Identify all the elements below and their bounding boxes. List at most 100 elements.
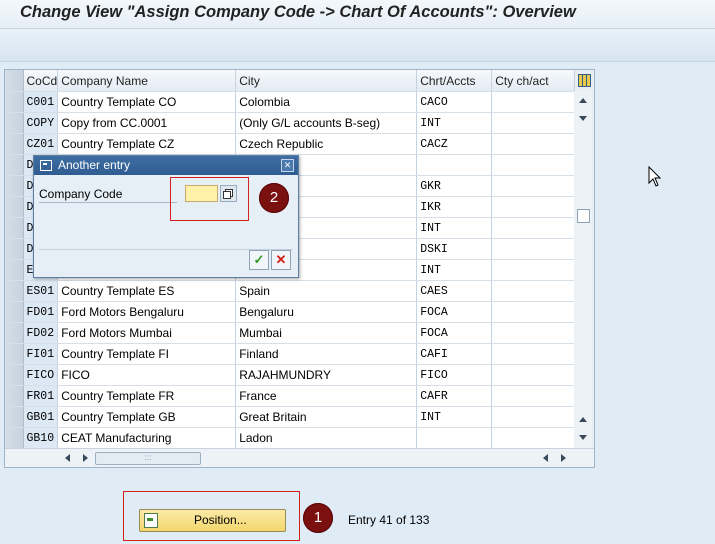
scroll-down-icon[interactable]: [579, 116, 587, 121]
row-select-button[interactable]: [5, 154, 24, 176]
cell-country-chart[interactable]: [491, 238, 576, 260]
cell-country-chart[interactable]: [491, 364, 576, 386]
cell-chart-of-accounts[interactable]: [416, 154, 493, 176]
cell-country-chart[interactable]: [491, 91, 576, 113]
cell-chart-of-accounts[interactable]: FOCA: [416, 301, 493, 323]
cell-chart-of-accounts[interactable]: CAFR: [416, 385, 493, 407]
cell-cocd[interactable]: FD02: [23, 322, 59, 344]
cell-country-chart[interactable]: [491, 427, 576, 449]
dialog-close-icon[interactable]: ✕: [281, 159, 294, 172]
row-select-button[interactable]: [5, 343, 24, 365]
cell-cocd[interactable]: CZ01: [23, 133, 59, 155]
cell-chart-of-accounts[interactable]: [416, 427, 493, 449]
cell-chart-of-accounts[interactable]: CAFI: [416, 343, 493, 365]
row-select-button[interactable]: [5, 175, 24, 197]
cell-cocd[interactable]: FI01: [23, 343, 59, 365]
cell-chart-of-accounts[interactable]: GKR: [416, 175, 493, 197]
cell-city[interactable]: Ladon: [235, 427, 418, 449]
row-select-button[interactable]: [5, 238, 24, 260]
scroll-page-up-icon[interactable]: [579, 417, 587, 422]
cell-company-name[interactable]: CEAT Manufacturing: [57, 427, 237, 449]
row-select-button[interactable]: [5, 322, 24, 344]
cell-cocd[interactable]: FR01: [23, 385, 59, 407]
horizontal-scrollbar[interactable]: :::: [5, 448, 594, 467]
cell-company-name[interactable]: Country Template GB: [57, 406, 237, 428]
scroll-page-down-icon[interactable]: [579, 435, 587, 440]
table-row[interactable]: C001 Country Template CO Colombia CACO: [5, 91, 576, 113]
cell-city[interactable]: Great Britain: [235, 406, 418, 428]
cell-country-chart[interactable]: [491, 385, 576, 407]
cell-country-chart[interactable]: [491, 112, 576, 134]
table-row[interactable]: FD02 Ford Motors Mumbai Mumbai FOCA: [5, 322, 576, 344]
select-all-button[interactable]: [5, 70, 24, 92]
cell-company-name[interactable]: FICO: [57, 364, 237, 386]
cell-cocd[interactable]: C001: [23, 91, 59, 113]
table-row[interactable]: ES01 Country Template ES Spain CAES: [5, 280, 576, 302]
horizontal-scroll-thumb[interactable]: :::: [95, 452, 201, 465]
cell-company-name[interactable]: Country Template CZ: [57, 133, 237, 155]
scroll-far-right-icon[interactable]: [561, 454, 566, 462]
row-select-button[interactable]: [5, 427, 24, 449]
vertical-scrollbar[interactable]: [574, 91, 592, 448]
cell-cocd[interactable]: GB10: [23, 427, 59, 449]
table-row[interactable]: GB01 Country Template GB Great Britain INT: [5, 406, 576, 428]
row-select-button[interactable]: [5, 385, 24, 407]
cell-chart-of-accounts[interactable]: FICO: [416, 364, 493, 386]
cell-company-name[interactable]: Country Template FR: [57, 385, 237, 407]
cell-cocd[interactable]: ES01: [23, 280, 59, 302]
cell-company-name[interactable]: Ford Motors Bengaluru: [57, 301, 237, 323]
cell-company-name[interactable]: Country Template ES: [57, 280, 237, 302]
column-header-chart-of-accounts[interactable]: Chrt/Accts: [416, 70, 493, 92]
cell-company-name[interactable]: Copy from CC.0001: [57, 112, 237, 134]
cell-chart-of-accounts[interactable]: INT: [416, 217, 493, 239]
vertical-scroll-thumb[interactable]: [577, 209, 590, 223]
cell-company-name[interactable]: Ford Motors Mumbai: [57, 322, 237, 344]
table-row[interactable]: FR01 Country Template FR France CAFR: [5, 385, 576, 407]
position-button[interactable]: Position...: [139, 509, 286, 532]
scroll-far-left-icon[interactable]: [543, 454, 548, 462]
cell-cocd[interactable]: FICO: [23, 364, 59, 386]
cell-chart-of-accounts[interactable]: CACZ: [416, 133, 493, 155]
cell-country-chart[interactable]: [491, 343, 576, 365]
cell-country-chart[interactable]: [491, 175, 576, 197]
cell-city[interactable]: Finland: [235, 343, 418, 365]
cancel-x-icon[interactable]: ✕: [271, 250, 291, 270]
cell-city[interactable]: RAJAHMUNDRY: [235, 364, 418, 386]
table-row[interactable]: CZ01 Country Template CZ Czech Republic CAC…: [5, 133, 576, 155]
cell-city[interactable]: Czech Republic: [235, 133, 418, 155]
cell-cocd[interactable]: COPY: [23, 112, 59, 134]
row-select-button[interactable]: [5, 280, 24, 302]
cell-chart-of-accounts[interactable]: DSKI: [416, 238, 493, 260]
table-row[interactable]: GB10 CEAT Manufacturing Ladon: [5, 427, 576, 449]
row-select-button[interactable]: [5, 91, 24, 113]
cell-city[interactable]: Bengaluru: [235, 301, 418, 323]
cell-country-chart[interactable]: [491, 301, 576, 323]
cell-chart-of-accounts[interactable]: INT: [416, 112, 493, 134]
column-header-country-chart[interactable]: Cty ch/act: [491, 70, 576, 92]
cell-chart-of-accounts[interactable]: CACO: [416, 91, 493, 113]
row-select-button[interactable]: [5, 364, 24, 386]
table-settings-button[interactable]: [574, 71, 593, 90]
cell-chart-of-accounts[interactable]: FOCA: [416, 322, 493, 344]
cell-cocd[interactable]: FD01: [23, 301, 59, 323]
cell-company-name[interactable]: Country Template FI: [57, 343, 237, 365]
cell-country-chart[interactable]: [491, 217, 576, 239]
cell-country-chart[interactable]: [491, 154, 576, 176]
cell-chart-of-accounts[interactable]: CAES: [416, 280, 493, 302]
table-row[interactable]: FI01 Country Template FI Finland CAFI: [5, 343, 576, 365]
row-select-button[interactable]: [5, 133, 24, 155]
scroll-right-icon[interactable]: [83, 454, 88, 462]
row-select-button[interactable]: [5, 406, 24, 428]
cell-chart-of-accounts[interactable]: INT: [416, 406, 493, 428]
cell-country-chart[interactable]: [491, 259, 576, 281]
table-row[interactable]: FICO FICO RAJAHMUNDRY FICO: [5, 364, 576, 386]
column-header-cocd[interactable]: CoCd: [23, 70, 59, 92]
table-row[interactable]: COPY Copy from CC.0001 (Only G/L accounts …: [5, 112, 576, 134]
column-header-company-name[interactable]: Company Name: [57, 70, 237, 92]
cell-country-chart[interactable]: [491, 406, 576, 428]
cell-chart-of-accounts[interactable]: IKR: [416, 196, 493, 218]
cell-chart-of-accounts[interactable]: INT: [416, 259, 493, 281]
cell-company-name[interactable]: Country Template CO: [57, 91, 237, 113]
cell-city[interactable]: France: [235, 385, 418, 407]
cell-country-chart[interactable]: [491, 196, 576, 218]
